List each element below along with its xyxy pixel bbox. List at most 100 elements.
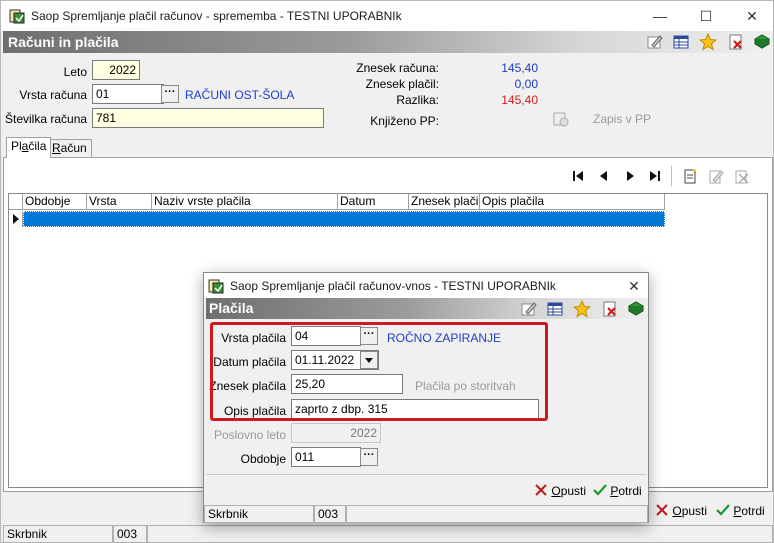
status-bar: Skrbnik 003	[3, 525, 773, 543]
main-opusti-button[interactable]: Opusti	[655, 500, 707, 522]
dialog-opusti-mnemonic: O	[551, 484, 561, 498]
tab-placila[interactable]: Plačila	[6, 137, 52, 158]
dialog-opusti-button[interactable]: Opusti	[534, 480, 586, 502]
app-icon	[9, 9, 25, 24]
dialog-opusti-text: pusti	[560, 484, 587, 498]
minimize-icon: —	[653, 8, 667, 24]
cancel-icon	[656, 504, 668, 516]
dialog-edit-icon[interactable]	[520, 300, 538, 318]
dialog-potrdi-button[interactable]: Potrdi	[593, 480, 642, 502]
main-opusti-text: pusti	[681, 504, 708, 518]
grid-header-opis[interactable]: Opis plačila	[480, 194, 665, 210]
title-bar: Saop Spremljanje plačil računov - spreme…	[1, 1, 773, 31]
window-title: Saop Spremljanje plačil računov - spreme…	[31, 9, 402, 23]
leto-field[interactable]: 2022	[92, 60, 140, 80]
delete-icon[interactable]	[727, 33, 745, 51]
vrsta-racuna-label: Vrsta računa	[19, 88, 87, 102]
new-icon[interactable]	[682, 168, 698, 184]
row-pointer-icon	[13, 214, 19, 224]
grid-header-naziv[interactable]: Naziv vrste plačila	[152, 194, 338, 210]
knjizeno-label: Knjiženo PP:	[370, 114, 439, 128]
dialog-app-icon	[208, 279, 224, 294]
tab-placila-pre: Pl	[11, 139, 22, 153]
placila-dialog: Saop Spremljanje plačil računov-vnos - T…	[203, 272, 649, 523]
vrsta-racuna-lookup-button[interactable]: ···	[161, 85, 179, 103]
dialog-section-bar: Plačila	[206, 298, 648, 319]
status-extra	[147, 525, 773, 543]
section-title: Računi in plačila	[8, 34, 119, 50]
knjizeno-icon[interactable]	[552, 110, 570, 128]
main-opusti-mnemonic: O	[672, 504, 682, 518]
maximize-button[interactable]: ☐	[694, 5, 718, 27]
dialog-separator	[206, 474, 646, 475]
dialog-delete-icon[interactable]	[601, 300, 619, 318]
grid-header-znesek[interactable]: Znesek plačila	[409, 194, 480, 210]
leto-label: Leto	[63, 65, 87, 79]
poslovno-leto-label: Poslovno leto	[213, 428, 286, 442]
znesek-placil-value: 0,00	[514, 77, 538, 91]
dialog-cancel-icon	[535, 484, 547, 496]
dialog-status-extra	[346, 505, 648, 523]
delete-row-icon[interactable]	[734, 168, 750, 184]
dialog-status-user: Skrbnik	[204, 505, 314, 523]
razlika-value: 145,40	[501, 93, 538, 107]
stevilka-racuna-field[interactable]: 781	[92, 108, 324, 128]
grid-header-datum[interactable]: Datum	[338, 194, 409, 210]
table-icon[interactable]	[672, 33, 690, 51]
tab-racun-post: ačun	[60, 141, 87, 155]
table-row[interactable]	[9, 211, 665, 227]
grid-header-vrsta[interactable]: Vrsta	[87, 194, 152, 210]
status-code: 003	[113, 525, 147, 543]
highlight-box	[210, 322, 548, 421]
book-icon[interactable]	[753, 33, 771, 51]
edit-row-icon[interactable]	[708, 168, 724, 184]
znesek-placil-label: Znesek plačil:	[365, 77, 439, 91]
next-icon[interactable]	[622, 168, 638, 184]
row-highlight	[23, 211, 665, 227]
tab-placila-post: čila	[28, 139, 47, 153]
dialog-close-button[interactable]: ✕	[622, 275, 646, 297]
main-potrdi-text: otrdi	[741, 504, 765, 518]
znesek-racuna-value: 145,40	[501, 61, 538, 75]
dialog-star-icon[interactable]	[573, 300, 591, 318]
main-potrdi-button[interactable]: Potrdi	[716, 500, 765, 522]
obdobje-field[interactable]: 011	[291, 447, 361, 467]
confirm-icon	[716, 504, 730, 516]
grid-header-obdobje[interactable]: Obdobje	[23, 194, 87, 210]
maximize-icon: ☐	[699, 8, 713, 24]
minimize-button[interactable]: —	[648, 5, 672, 27]
section-bar: Računi in plačila	[3, 31, 773, 53]
first-icon[interactable]	[570, 168, 586, 184]
prev-icon[interactable]	[596, 168, 612, 184]
row-indicator	[9, 211, 23, 227]
close-icon: ✕	[746, 8, 758, 24]
dialog-table-icon[interactable]	[546, 300, 564, 318]
obdobje-lookup-button[interactable]: ···	[360, 448, 378, 466]
znesek-racuna-label: Znesek računa:	[356, 61, 439, 75]
toolbar-separator	[671, 166, 672, 186]
tab-racun-mnemonic: R	[52, 141, 61, 155]
edit-icon[interactable]	[646, 33, 664, 51]
close-button[interactable]: ✕	[740, 5, 764, 27]
vrsta-racuna-field[interactable]: 01	[92, 84, 164, 104]
poslovno-leto-field: 2022	[291, 423, 381, 443]
dialog-book-icon[interactable]	[627, 300, 645, 318]
razlika-label: Razlika:	[396, 93, 439, 107]
zapis-v-pp-button[interactable]: Zapis v PP	[593, 112, 651, 126]
dialog-status-code: 003	[314, 505, 346, 523]
dialog-confirm-icon	[593, 484, 607, 496]
dialog-title: Saop Spremljanje plačil računov-vnos - T…	[230, 279, 556, 293]
dialog-close-icon: ✕	[628, 278, 640, 294]
last-icon[interactable]	[647, 168, 663, 184]
status-user: Skrbnik	[3, 525, 113, 543]
dialog-title-bar: Saop Spremljanje plačil računov-vnos - T…	[204, 273, 648, 298]
dialog-status-bar: Skrbnik 003	[204, 505, 648, 523]
vrsta-racuna-description: RAČUNI OST-ŠOLA	[185, 88, 295, 102]
dialog-potrdi-text: otrdi	[618, 484, 642, 498]
stevilka-racuna-label: Številka računa	[5, 112, 88, 126]
dialog-section-title: Plačila	[209, 300, 254, 316]
obdobje-label: Obdobje	[240, 452, 286, 466]
star-icon[interactable]	[699, 33, 717, 51]
tab-racun[interactable]: Račun	[47, 139, 92, 158]
grid-corner	[9, 194, 23, 210]
